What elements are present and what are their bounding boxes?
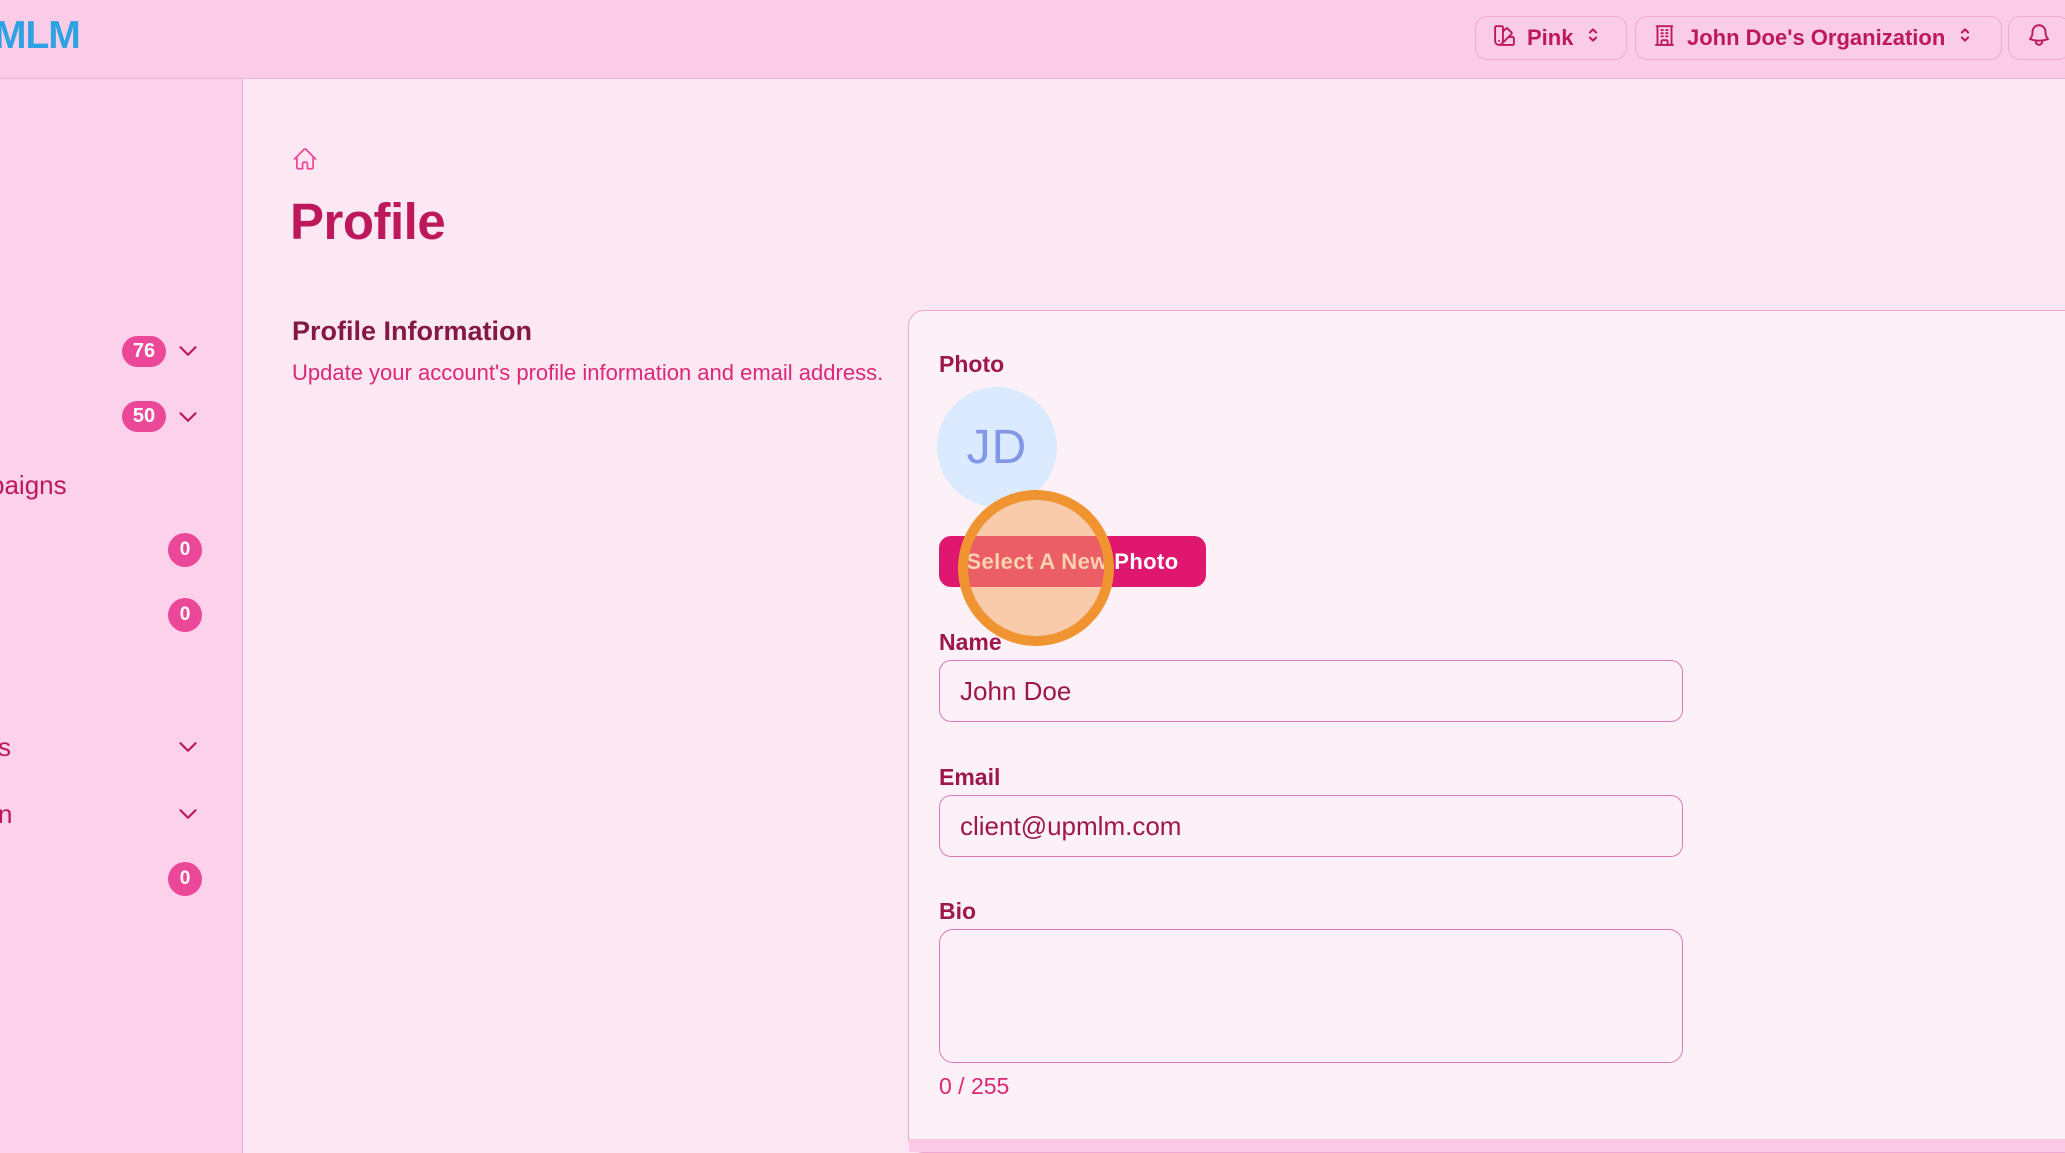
bio-textarea[interactable]	[939, 929, 1683, 1063]
theme-selector-button[interactable]: Pink	[1475, 16, 1627, 60]
page-title: Profile	[290, 192, 445, 251]
building-icon	[1652, 23, 1677, 54]
chevron-down-icon[interactable]	[176, 405, 200, 434]
email-label: Email	[939, 764, 1000, 791]
theme-selector-label: Pink	[1527, 25, 1573, 51]
section-description: Update your account's profile informatio…	[292, 360, 883, 386]
top-header: MLM Pink John Doe's Organization	[0, 0, 2065, 79]
sidebar-item-label: s	[0, 731, 11, 763]
organization-selector-button[interactable]: John Doe's Organization	[1635, 16, 2002, 60]
avatar: JD	[937, 387, 1057, 507]
organization-selector-label: John Doe's Organization	[1687, 25, 1945, 51]
chevron-down-icon[interactable]	[176, 339, 200, 368]
count-badge: 0	[168, 862, 202, 896]
photo-label: Photo	[939, 351, 1004, 378]
sidebar-item-campaigns[interactable]: paigns	[0, 469, 67, 501]
app-logo: MLM	[0, 14, 80, 58]
name-input[interactable]	[939, 660, 1683, 722]
bio-label: Bio	[939, 898, 976, 925]
sidebar-nav: 76 50 paigns 0 0 s n 0	[0, 79, 243, 1153]
swatch-icon	[1492, 23, 1517, 54]
name-label: Name	[939, 629, 1002, 656]
profile-form-card: Photo JD Select A New Photo Name Email B…	[908, 310, 2065, 1153]
count-badge: 76	[122, 336, 166, 367]
app-window: MLM Pink John Doe's Organization	[0, 0, 2065, 1153]
sidebar-item-label: n	[0, 798, 12, 830]
section-title: Profile Information	[292, 316, 532, 347]
email-input[interactable]	[939, 795, 1683, 857]
bell-icon	[2026, 22, 2052, 54]
count-badge: 0	[168, 598, 202, 632]
home-icon	[292, 159, 318, 176]
chevron-down-icon[interactable]	[176, 802, 200, 831]
notifications-button[interactable]	[2008, 16, 2065, 60]
breadcrumb-home[interactable]	[292, 146, 318, 172]
bio-char-counter: 0 / 255	[939, 1073, 1009, 1100]
chevron-up-down-icon	[1955, 25, 1975, 51]
chevron-up-down-icon	[1583, 25, 1603, 51]
card-footer	[909, 1139, 2065, 1152]
select-new-photo-button[interactable]: Select A New Photo	[939, 536, 1206, 587]
count-badge: 0	[168, 533, 202, 567]
count-badge: 50	[122, 401, 166, 432]
chevron-down-icon[interactable]	[176, 735, 200, 764]
